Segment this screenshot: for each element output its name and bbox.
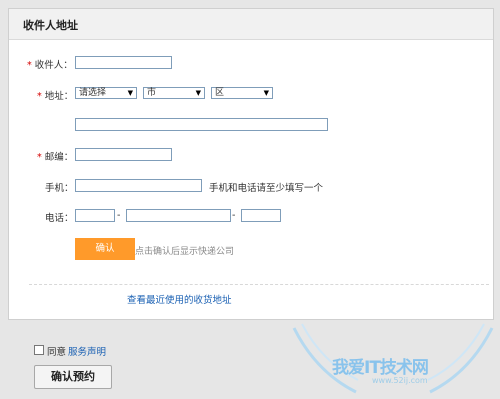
watermark-url: www.52ij.com <box>372 376 428 385</box>
phone-separator: - <box>117 210 121 221</box>
district-select-value: 区 <box>215 88 225 98</box>
mobile-input[interactable] <box>75 179 202 192</box>
panel-title: 收件人地址 <box>23 19 78 32</box>
street-address-input[interactable] <box>75 118 328 131</box>
service-terms-link[interactable]: 服务声明 <box>68 344 106 358</box>
address-label: 地址： <box>44 91 74 102</box>
phone-label: 电话： <box>45 213 74 224</box>
watermark-text: 我爱IT技术网 <box>332 358 429 378</box>
recipient-label: 收件人： <box>34 60 73 71</box>
recipient-label-wrap: * 收件人： <box>27 57 73 71</box>
chevron-down-icon: ▼ <box>195 89 201 97</box>
city-select[interactable]: 市 ▼ <box>143 87 205 99</box>
zip-label: 邮编： <box>44 152 74 163</box>
confirm-button[interactable]: 确认 <box>75 238 135 260</box>
phone-number-input[interactable] <box>126 209 231 222</box>
address-label-wrap: * 地址： <box>37 88 73 102</box>
required-mark: * <box>37 91 42 102</box>
divider <box>29 284 489 285</box>
zip-label-wrap: * 邮编： <box>37 149 73 163</box>
address-panel: 收件人地址 * 收件人： * 地址： 请选择 ▼ 市 ▼ 区 ▼ * 邮编： 手机： … <box>8 8 494 320</box>
province-select[interactable]: 请选择 ▼ <box>75 87 137 99</box>
phone-area-input[interactable] <box>75 209 115 222</box>
required-mark: * <box>27 60 32 71</box>
chevron-down-icon: ▼ <box>263 89 269 97</box>
zip-input[interactable] <box>75 148 172 161</box>
agree-label: 同意 <box>47 347 67 358</box>
agree-checkbox[interactable] <box>34 345 44 355</box>
confirm-hint: 点击确认后显示快递公司 <box>135 247 235 257</box>
district-select[interactable]: 区 ▼ <box>211 87 273 99</box>
recipient-input[interactable] <box>75 56 172 69</box>
recent-address-link[interactable]: 查看最近使用的收货地址 <box>127 292 232 306</box>
mobile-label: 手机： <box>45 183 74 194</box>
province-select-value: 请选择 <box>79 88 107 98</box>
required-mark: * <box>37 152 42 163</box>
confirm-reservation-button[interactable]: 确认预约 <box>34 365 112 389</box>
mobile-hint: 手机和电话请至少填写一个 <box>209 183 324 194</box>
phone-separator: - <box>232 210 236 221</box>
phone-ext-input[interactable] <box>241 209 281 222</box>
panel-header: 收件人地址 <box>9 9 493 40</box>
chevron-down-icon: ▼ <box>127 89 133 97</box>
city-select-value: 市 <box>147 88 157 98</box>
